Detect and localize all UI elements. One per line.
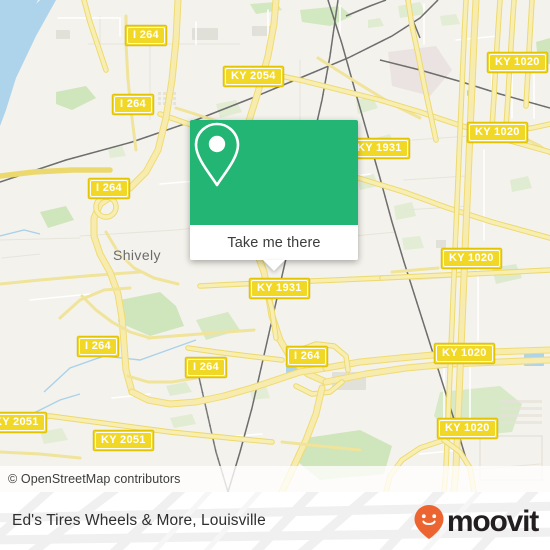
highway-shield-label: I 264 (187, 359, 225, 376)
highway-shield[interactable]: KY 1931 (349, 138, 410, 159)
highway-shield-label: KY 1931 (351, 140, 408, 157)
moovit-smiley-pin-icon (414, 505, 444, 539)
highway-shield-label: KY 1020 (439, 420, 496, 437)
highway-shield[interactable]: I 264 (185, 357, 227, 378)
highway-shield-label: KY 2051 (0, 414, 45, 431)
highway-shield[interactable]: I 264 (286, 346, 328, 367)
callout-pointer (263, 260, 285, 271)
highway-shield-label: KY 2054 (225, 68, 282, 85)
highway-shield-label: I 264 (288, 348, 326, 365)
moovit-logo[interactable]: moovit (413, 504, 539, 540)
map-canvas[interactable]: .water{fill:#aed4ec;} .park{fill:#d2e8c0… (0, 0, 550, 492)
highway-shield-label: I 264 (79, 338, 117, 355)
highway-shield-label: KY 1020 (436, 345, 493, 362)
map-callout-card[interactable]: Take me there (190, 120, 358, 271)
place-title: Ed's Tires Wheels & More, Louisville (12, 512, 266, 529)
highway-shield[interactable]: KY 1020 (467, 122, 528, 143)
take-me-there-label: Take me there (227, 234, 321, 251)
map-pin-icon (194, 122, 240, 187)
highway-shield[interactable]: KY 1020 (434, 343, 495, 364)
highway-shield[interactable]: KY 2054 (223, 66, 284, 87)
highway-shield[interactable]: I 264 (77, 336, 119, 357)
callout-pin-panel (190, 120, 358, 225)
take-me-there-button[interactable]: Take me there (190, 225, 358, 260)
highway-shield[interactable]: I 264 (112, 94, 154, 115)
highway-shield-label: KY 2051 (95, 432, 152, 449)
highway-shield[interactable]: KY 1020 (487, 52, 548, 73)
highway-shield[interactable]: I 264 (125, 25, 167, 46)
highway-shield-label: I 264 (114, 96, 152, 113)
highway-shield-label: KY 1020 (469, 124, 526, 141)
highway-shield[interactable]: KY 1020 (437, 418, 498, 439)
highway-shield-label: KY 1931 (251, 280, 308, 297)
moovit-map-screenshot: .water{fill:#aed4ec;} .park{fill:#d2e8c0… (0, 0, 550, 550)
highway-shield-label: KY 1020 (443, 250, 500, 267)
highway-shield-label: I 264 (90, 180, 128, 197)
highway-shield[interactable]: KY 1931 (249, 278, 310, 299)
osm-attribution-text: © OpenStreetMap contributors (8, 472, 181, 486)
osm-attribution-bar: © OpenStreetMap contributors (0, 466, 550, 492)
highway-shield[interactable]: KY 2051 (93, 430, 154, 451)
highway-shield[interactable]: KY 2051 (0, 412, 47, 433)
highway-shield[interactable]: I 264 (88, 178, 130, 199)
highway-shield-label: KY 1020 (489, 54, 546, 71)
moovit-wordmark: moovit (446, 505, 539, 538)
highway-shield[interactable]: KY 1020 (441, 248, 502, 269)
footer-bar: Ed's Tires Wheels & More, Louisville moo… (0, 492, 550, 550)
highway-shield-label: I 264 (127, 27, 165, 44)
place-label-shively: Shively (113, 247, 161, 263)
